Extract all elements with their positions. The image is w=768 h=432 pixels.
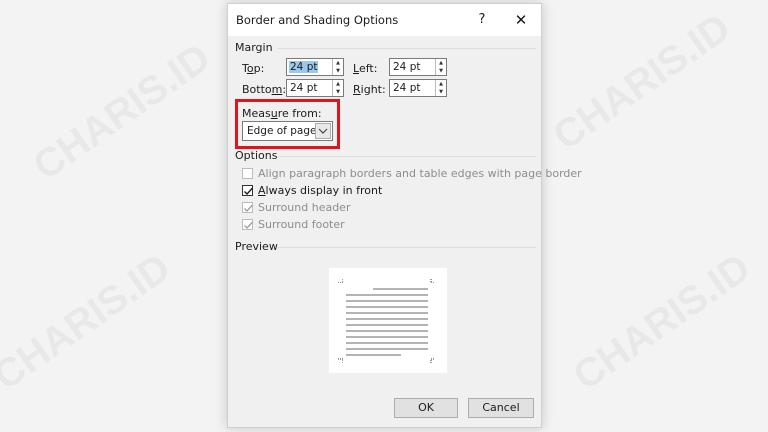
surround-header-checkbox[interactable] [242,202,254,213]
watermark: CHARIS.ID [546,5,739,159]
spin-down-icon[interactable]: ▼ [436,67,446,75]
preview-text-line [346,318,428,320]
preview-text-line [346,342,428,344]
left-margin-value[interactable]: 24 pt [392,61,421,73]
watermark: CHARIS.ID [26,35,219,189]
checkmark-icon [244,187,254,196]
left-margin-spinner[interactable]: 24 pt ▲ ▼ [389,58,447,76]
right-margin-value[interactable]: 24 pt [392,82,421,94]
surround-footer-label: Surround footer [258,218,345,231]
cancel-button[interactable]: Cancel [468,398,534,418]
options-group-label: Options [235,149,278,162]
preview-text-line [346,354,401,356]
left-label: Left: [353,62,378,75]
title-bar: Border and Shading Options ? ✕ [228,4,541,36]
spin-up-icon[interactable]: ▲ [436,59,446,67]
spin-down-icon[interactable]: ▼ [333,67,343,75]
spin-up-icon[interactable]: ▲ [333,59,343,67]
always-front-label: Always display in front [258,184,383,197]
checkmark-icon [244,221,254,230]
preview-text-line [346,324,428,326]
spinner-arrows[interactable]: ▲ ▼ [332,59,343,75]
spin-down-icon[interactable]: ▼ [436,88,446,96]
surround-footer-checkbox[interactable] [242,219,254,230]
margin-group-label: Margin [235,41,273,54]
options-group-divider [278,156,536,157]
preview-text-line [346,312,428,314]
watermark: CHARIS.ID [0,245,179,399]
bottom-margin-value[interactable]: 24 pt [289,82,318,94]
top-margin-spinner[interactable]: 24 pt ▲ ▼ [286,58,344,76]
page-preview [329,268,447,373]
close-button[interactable]: ✕ [510,10,532,30]
top-margin-value[interactable]: 24 pt [289,61,319,73]
right-label: Right: [353,83,386,96]
always-front-checkbox[interactable] [242,185,254,196]
align-borders-checkbox[interactable] [242,168,253,179]
measure-from-select[interactable]: Edge of page [242,121,333,141]
dialog-title: Border and Shading Options [236,13,399,27]
border-shading-options-dialog: Border and Shading Options ? ✕ Margin To… [227,3,582,428]
preview-text-line [346,336,428,338]
preview-text-line [346,348,428,350]
corner-mark-icon [430,278,435,283]
preview-group-label: Preview [235,240,278,253]
preview-text-line [346,306,428,308]
surround-header-label: Surround header [258,201,351,214]
preview-group-divider [278,247,536,248]
bottom-label: Bottom: [242,83,287,96]
align-borders-label: Align paragraph borders and table edges … [258,167,582,180]
measure-from-label: Measure from: [242,107,322,120]
spin-up-icon[interactable]: ▲ [436,80,446,88]
right-margin-spinner[interactable]: 24 pt ▲ ▼ [389,79,447,97]
bottom-margin-spinner[interactable]: 24 pt ▲ ▼ [286,79,344,97]
measure-from-value: Edge of page [247,125,317,137]
checkmark-icon [244,204,254,213]
ok-button[interactable]: OK [394,398,458,418]
corner-mark-icon [338,278,343,283]
preview-text-line [346,300,428,302]
corner-mark-icon [338,358,343,363]
spinner-arrows[interactable]: ▲ ▼ [435,80,446,96]
spin-down-icon[interactable]: ▼ [333,88,343,96]
help-button[interactable]: ? [472,10,492,30]
spinner-arrows[interactable]: ▲ ▼ [332,80,343,96]
chevron-down-icon[interactable] [315,123,331,139]
watermark: CHARIS.ID [566,245,759,399]
corner-mark-icon [430,358,435,363]
margin-group-divider [278,48,536,49]
spin-up-icon[interactable]: ▲ [333,80,343,88]
preview-text-line [373,288,428,290]
top-label: Top: [242,62,265,75]
preview-text-line [346,294,428,296]
spinner-arrows[interactable]: ▲ ▼ [435,59,446,75]
preview-text-line [346,330,428,332]
